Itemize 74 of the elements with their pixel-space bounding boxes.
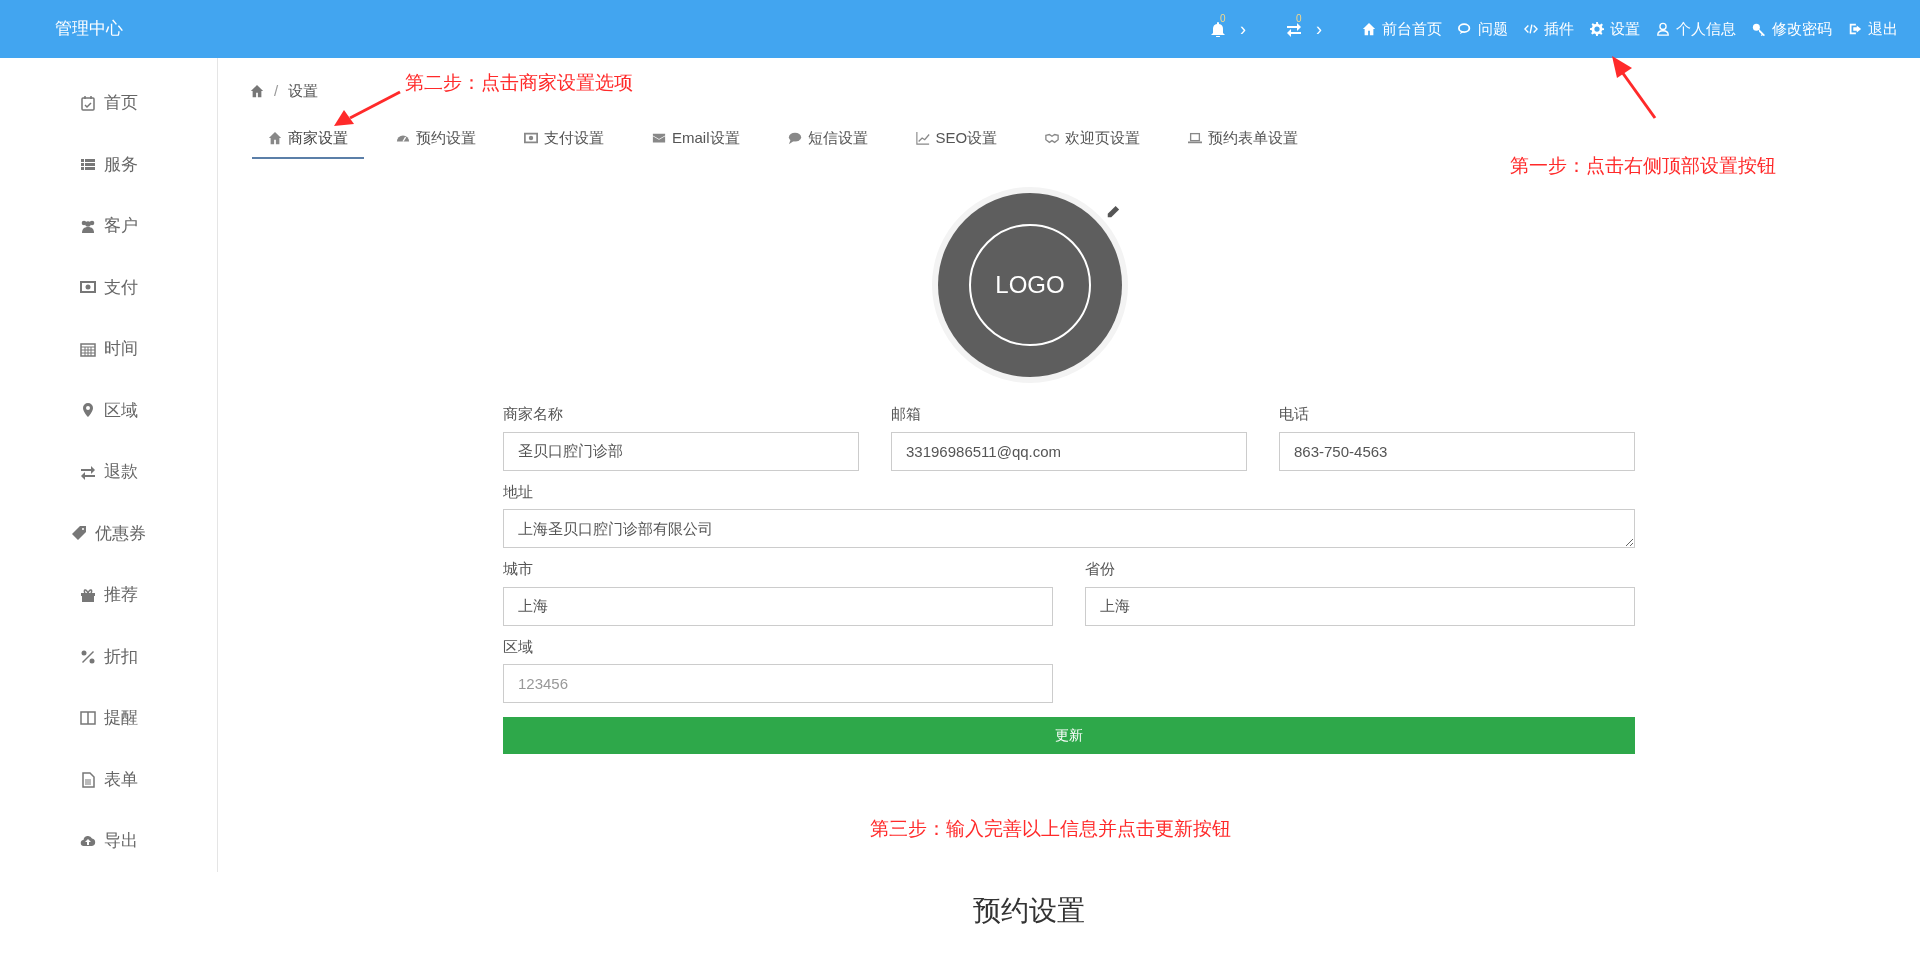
chat-icon bbox=[787, 130, 802, 145]
home-icon bbox=[268, 130, 282, 145]
input-field[interactable]: 863-750-4563 bbox=[1279, 431, 1635, 471]
money-icon bbox=[524, 130, 538, 145]
field-label: 邮箱 bbox=[891, 404, 922, 424]
field-label: 省份 bbox=[1085, 559, 1116, 579]
input-field[interactable]: 上海 bbox=[503, 586, 1053, 626]
sidebar-item[interactable]: 时间 bbox=[0, 318, 217, 380]
app-title: 管理中心 bbox=[54, 18, 124, 41]
field-label: 区域 bbox=[503, 636, 534, 657]
address-field[interactable]: 上海圣贝口腔门诊部有限公司 bbox=[503, 509, 1635, 548]
badge-count: 0 bbox=[1296, 12, 1302, 26]
annotation-arrow bbox=[1612, 56, 1657, 119]
sign-out-icon bbox=[1848, 22, 1862, 36]
annotation-text: 第三步：输入完善以上信息并点击更新按钮 bbox=[870, 817, 1231, 841]
section-heading: 预约设置 bbox=[972, 894, 1086, 928]
exchange-icon bbox=[79, 463, 96, 480]
pencil-icon bbox=[1106, 205, 1120, 219]
tab[interactable]: SEO设置 bbox=[899, 126, 1014, 159]
input-field[interactable]: 33196986511@qq.com bbox=[891, 431, 1247, 471]
calendar-icon bbox=[79, 340, 96, 357]
input-field[interactable]: 上海 bbox=[1085, 586, 1635, 626]
logo-placeholder[interactable]: LOGO bbox=[938, 193, 1122, 377]
sidebar-item[interactable]: 优惠券 bbox=[0, 502, 217, 565]
breadcrumb-separator: / bbox=[274, 81, 279, 101]
field-label: 电话 bbox=[1279, 404, 1310, 424]
tab[interactable]: Email设置 bbox=[636, 126, 756, 159]
annotation-text: 第二步：点击商家设置选项 bbox=[405, 71, 633, 95]
annotation-text: 第一步：点击右侧顶部设置按钮 bbox=[1510, 154, 1776, 178]
key-icon bbox=[1752, 22, 1766, 36]
list-icon bbox=[79, 156, 96, 173]
document-icon bbox=[79, 771, 96, 788]
breadcrumb-item: 设置 bbox=[288, 81, 319, 101]
sidebar-item[interactable]: 推荐 bbox=[0, 564, 217, 626]
tab[interactable]: 商家设置 bbox=[252, 126, 364, 159]
exchange-icon bbox=[1286, 21, 1302, 37]
sidebar-item[interactable]: 导出 bbox=[0, 810, 217, 872]
input-field[interactable]: 123456 bbox=[503, 664, 1053, 703]
badge-count: 0 bbox=[1220, 12, 1226, 26]
money-icon bbox=[79, 279, 96, 296]
tab[interactable]: 预约表单设置 bbox=[1172, 126, 1315, 159]
tag-icon bbox=[71, 525, 87, 542]
logo-text: LOGO bbox=[995, 270, 1065, 300]
tab[interactable]: 短信设置 bbox=[771, 126, 884, 159]
line-chart-icon bbox=[915, 130, 930, 145]
sidebar-item[interactable]: 退款 bbox=[0, 441, 217, 503]
chat-icon bbox=[1458, 22, 1472, 36]
gift-icon bbox=[79, 587, 96, 603]
sidebar-item[interactable]: 区域 bbox=[0, 379, 217, 442]
tab[interactable]: 欢迎页设置 bbox=[1029, 126, 1157, 159]
sidebar-item[interactable]: 首页 bbox=[0, 72, 217, 134]
sidebar-item[interactable]: 折扣 bbox=[0, 625, 217, 688]
calendar-check-icon bbox=[79, 94, 96, 111]
gear-icon bbox=[1590, 22, 1604, 36]
home-icon bbox=[250, 84, 264, 99]
field-label: 商家名称 bbox=[503, 404, 564, 424]
tab[interactable]: 支付设置 bbox=[508, 126, 620, 159]
sidebar-item[interactable]: 服务 bbox=[0, 133, 217, 196]
input-field[interactable]: 圣贝口腔门诊部 bbox=[503, 431, 859, 471]
bell-icon bbox=[1210, 21, 1226, 37]
sidebar-item[interactable]: 表单 bbox=[0, 748, 217, 811]
user-icon bbox=[1656, 22, 1670, 36]
percent-icon bbox=[79, 648, 96, 665]
laptop-icon bbox=[1188, 130, 1203, 145]
field-label: 地址 bbox=[503, 481, 534, 502]
columns-icon bbox=[79, 710, 96, 727]
sidebar-item[interactable]: 客户 bbox=[0, 195, 217, 257]
annotation-arrow bbox=[334, 90, 401, 126]
home-icon bbox=[1362, 22, 1376, 36]
code-icon bbox=[1524, 22, 1538, 36]
tab[interactable]: 预约设置 bbox=[380, 126, 492, 159]
field-label: 城市 bbox=[503, 559, 534, 579]
sidebar-item[interactable]: 支付 bbox=[0, 256, 217, 319]
sidebar-item[interactable]: 提醒 bbox=[0, 687, 217, 749]
